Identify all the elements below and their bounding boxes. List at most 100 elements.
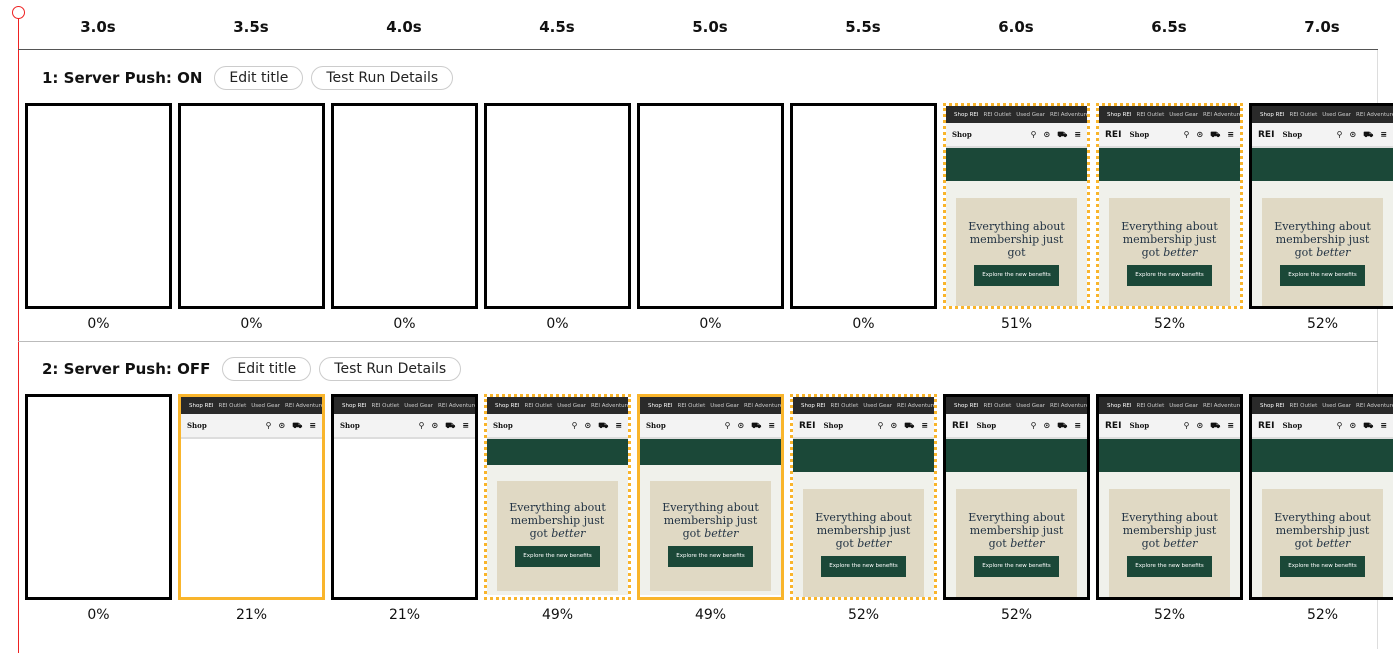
hero-banner [1252,148,1393,181]
promo-headline: Everything about [968,220,1065,233]
hero-section: Everything about membership just got bette… [640,465,781,595]
promo-card: Everything about membership just got Explo… [956,198,1077,306]
topbar-link: REI Adventures [591,402,631,409]
filmstrip-frame[interactable]: Shop REI REI Outlet Used Gear REI Adventure… [1249,103,1393,309]
promo-headline: membership just [1122,524,1217,537]
hero-banner [1099,148,1240,181]
topbar-link: Shop REI [954,111,979,118]
filmstrip-frame[interactable] [790,103,937,309]
topbar-link: REI Outlet [830,402,859,409]
search-icon: ⚲ [1030,129,1037,139]
topbar-link: Shop REI [801,402,826,409]
topbar-link: REI Outlet [371,402,400,409]
promo-headline: Everything about [815,511,912,524]
hero-banner [946,439,1087,472]
nav-label: Shop [1129,130,1150,139]
rei-logo: REI [799,420,816,431]
filmstrip-frame[interactable] [637,103,784,309]
filmstrip-frame[interactable]: Shop REI REI Outlet Used Gear REI Adventure… [1096,103,1243,309]
search-icon: ⚲ [265,420,272,430]
topbar-link: Used Gear [1322,111,1352,118]
site-nav: REI Shop ⚲ ⊙ ⛟ ≡ [1252,414,1393,439]
hero-section: Everything about membership just got bette… [946,472,1087,597]
visual-progress-label: 21% [388,607,421,623]
visual-progress-label: 0% [699,316,722,332]
hero-section: Everything about membership just got bette… [793,472,934,597]
cart-icon: ⛟ [292,420,303,430]
edit-title-button[interactable]: Edit title [222,357,312,381]
cart-icon: ⛟ [445,420,456,430]
site-topbar: Shop REI REI Outlet Used Gear REI Adventure… [1252,106,1393,123]
menu-icon: ≡ [462,420,469,430]
filmstrip-frame[interactable]: Shop REI REI Outlet Used Gear REI Adventure… [637,394,784,600]
promo-card: Everything about membership just got bette… [497,481,618,591]
hero-banner [487,439,628,465]
menu-icon: ≡ [1380,420,1387,430]
filmstrip-frame[interactable]: Shop REI REI Outlet Used Gear REI Adventure… [943,394,1090,600]
site-nav: REI Shop ⚲ ⊙ ⛟ ≡ [946,414,1087,439]
filmstrip-frame[interactable]: Shop REI REI Outlet Used Gear REI Adventure… [790,394,937,600]
explore-benefits-button: Explore the new benefits [668,546,753,567]
promo-headline: Everything about [1121,220,1218,233]
cart-icon: ⛟ [598,420,609,430]
edit-title-button[interactable]: Edit title [214,66,304,90]
topbar-link: REI Adventures [1203,111,1243,118]
timeline-header: 3.0s 3.5s 4.0s 4.5s 5.0s 5.5s 6.0s 6.5s 7.0s [0,18,1393,40]
cart-icon: ⛟ [1210,129,1221,139]
promo-headline: membership just [1122,233,1217,246]
test-run-details-button[interactable]: Test Run Details [319,357,462,381]
nav-label: Shop [952,130,972,139]
site-nav: Shop ⚲ ⊙ ⛟ ≡ [181,414,322,439]
topbar-link: Used Gear [863,402,893,409]
promo-headline: got better [1141,537,1198,550]
promo-headline: membership just [969,233,1064,246]
filmstrip-frame[interactable]: Shop REI REI Outlet Used Gear REI Adventure… [1096,394,1243,600]
visual-progress-label: 0% [87,316,110,332]
time-label: 6.5s [1151,18,1187,36]
rei-logo: REI [1105,129,1122,140]
topbar-link: Shop REI [1107,111,1132,118]
filmstrip-frame[interactable]: Shop REI REI Outlet Used Gear REI Adventure… [943,103,1090,309]
visual-progress-label: 49% [541,607,574,623]
filmstrip-frame[interactable] [178,103,325,309]
search-icon: ⚲ [1183,129,1190,139]
promo-emphasis: better [1010,537,1045,550]
topbar-link: REI Outlet [1136,402,1165,409]
topbar-link: Used Gear [1169,111,1199,118]
site-topbar: Shop REI REI Outlet Used Gear REI Adventure… [946,106,1087,123]
filmstrip-frame[interactable] [331,103,478,309]
filmstrip-frame[interactable]: Shop REI REI Outlet Used Gear REI Adventure… [1249,394,1393,600]
filmstrip-frame[interactable]: Shop REI REI Outlet Used Gear REI Adventure… [178,394,325,600]
test-run-details-button[interactable]: Test Run Details [311,66,454,90]
topbar-link: Used Gear [251,402,281,409]
promo-headline: Everything about [662,501,759,514]
hero-section: Everything about membership just got bette… [1252,472,1393,597]
rei-logo: REI [1105,420,1122,431]
search-icon: ⚲ [724,420,731,430]
filmstrip-frame[interactable] [25,103,172,309]
time-label: 5.5s [845,18,881,36]
filmstrip-frame[interactable]: Shop REI REI Outlet Used Gear REI Adventure… [331,394,478,600]
filmstrip-frame[interactable]: Shop REI REI Outlet Used Gear REI Adventure… [484,394,631,600]
visual-progress-label: 52% [1153,316,1186,332]
site-nav: Shop ⚲ ⊙ ⛟ ≡ [946,123,1087,148]
topbar-link: REI Outlet [983,402,1012,409]
promo-headline: got better [835,537,892,550]
topbar-link: REI Outlet [983,111,1012,118]
visual-progress-label: 0% [87,607,110,623]
filmstrip-frame[interactable] [25,394,172,600]
promo-emphasis: better [1163,246,1198,259]
visual-progress-label: 0% [546,316,569,332]
hero-banner [1252,439,1393,472]
explore-benefits-button: Explore the new benefits [821,556,906,577]
filmstrip-frame[interactable] [484,103,631,309]
nav-icons: ⚲ ⊙ ⛟ ≡ [1184,130,1234,140]
topbar-link: REI Outlet [1136,111,1165,118]
timeline-cursor-line[interactable] [18,13,19,653]
topbar-link: REI Outlet [1289,111,1318,118]
promo-card: Everything about membership just got bette… [1109,489,1230,597]
site-nav: Shop ⚲ ⊙ ⛟ ≡ [334,414,475,439]
nav-label: Shop [1282,130,1303,139]
cart-icon: ⛟ [1210,420,1221,430]
topbar-link: Used Gear [1016,402,1046,409]
